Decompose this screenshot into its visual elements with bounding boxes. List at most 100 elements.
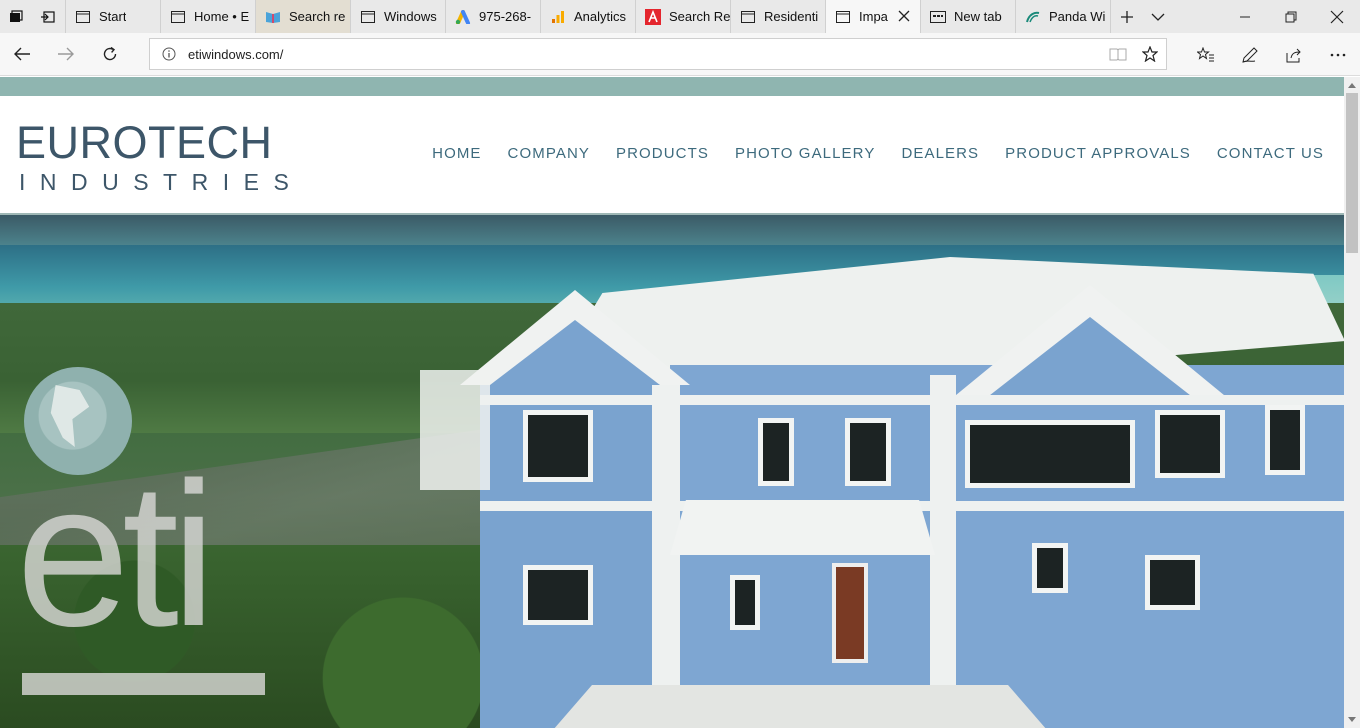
tab-home[interactable]: Home • E <box>160 0 255 33</box>
tab-title: Search Re <box>669 9 730 24</box>
house-window <box>758 418 794 486</box>
arrow-right-icon <box>58 47 74 61</box>
tab-search-re-adobe[interactable]: Search Re <box>635 0 730 33</box>
house-window <box>1265 405 1305 475</box>
nav-product-approvals[interactable]: PRODUCT APPROVALS <box>1005 145 1191 162</box>
tab-strip: Start Home • E Search re Windows 975-268… <box>0 0 1360 33</box>
house-window <box>965 420 1135 488</box>
house-roof <box>555 257 1344 377</box>
house-balcony <box>420 370 490 490</box>
window-controls <box>1222 0 1360 33</box>
main-nav: HOME COMPANY PRODUCTS PHOTO GALLERY DEAL… <box>406 145 1324 162</box>
address-bar[interactable]: etiwindows.com/ <box>149 38 1167 70</box>
info-icon[interactable] <box>150 47 188 61</box>
set-aside-tabs-icon[interactable] <box>32 0 64 33</box>
tab-title: Windows <box>384 9 437 24</box>
eti-watermark: eti <box>16 367 272 697</box>
logo-line-2: INDUSTRIES <box>19 169 304 195</box>
scroll-down-arrow-icon[interactable] <box>1344 712 1360 728</box>
new-tab-button[interactable] <box>1110 0 1142 33</box>
close-tab-icon[interactable] <box>896 8 912 24</box>
share-button[interactable] <box>1272 33 1316 76</box>
hero-image: eti <box>0 215 1344 728</box>
nav-company[interactable]: COMPANY <box>508 145 590 162</box>
restore-icon <box>1285 11 1297 22</box>
house-window <box>1032 543 1068 593</box>
toolbar-right <box>1184 33 1360 76</box>
plus-icon <box>1120 10 1133 23</box>
web-notes-button[interactable] <box>1228 33 1272 76</box>
logo-line-1: EUROTECH <box>16 117 273 168</box>
minimize-icon <box>1240 16 1250 17</box>
newtab-icon <box>930 9 946 25</box>
restore-button[interactable] <box>1268 0 1314 33</box>
nav-home[interactable]: HOME <box>432 145 481 162</box>
tab-preview-button[interactable] <box>1142 0 1174 33</box>
favorites-list-icon <box>1197 46 1214 61</box>
tab-new-tab[interactable]: New tab <box>920 0 1015 33</box>
web-page: EUROTECH INDUSTRIES HOME COMPANY PRODUCT… <box>0 77 1344 728</box>
tab-title: 975-268- <box>479 9 532 24</box>
house-window <box>1155 410 1225 478</box>
url-text[interactable]: etiwindows.com/ <box>188 47 1102 62</box>
book-icon <box>265 9 281 25</box>
eti-mark-text: eti <box>16 440 216 669</box>
refresh-button[interactable] <box>88 33 132 76</box>
vertical-scrollbar[interactable] <box>1344 77 1360 728</box>
nav-products[interactable]: PRODUCTS <box>616 145 709 162</box>
browser-toolbar: etiwindows.com/ <box>0 33 1360 76</box>
reading-view-icon[interactable] <box>1102 39 1134 69</box>
page-icon <box>75 9 91 25</box>
chevron-down-icon <box>1151 13 1165 21</box>
forward-button[interactable] <box>44 33 88 76</box>
tab-title: Panda Wi <box>1049 9 1106 24</box>
close-window-button[interactable] <box>1314 0 1360 33</box>
tab-analytics[interactable]: Analytics <box>540 0 635 33</box>
nav-photo-gallery[interactable]: PHOTO GALLERY <box>735 145 875 162</box>
house-window <box>845 418 891 486</box>
tab-title: Search re <box>289 9 346 24</box>
close-icon <box>1330 10 1344 23</box>
tab-panda[interactable]: Panda Wi <box>1015 0 1110 33</box>
tab-start[interactable]: Start <box>65 0 160 33</box>
nav-contact-us[interactable]: CONTACT US <box>1217 145 1324 162</box>
nav-dealers[interactable]: DEALERS <box>901 145 979 162</box>
top-accent-stripe <box>0 77 1344 96</box>
house-corner <box>652 385 680 728</box>
house-window <box>1145 555 1200 610</box>
page-icon <box>740 9 756 25</box>
site-header: EUROTECH INDUSTRIES HOME COMPANY PRODUCT… <box>0 96 1344 215</box>
tab-title: Start <box>99 9 127 24</box>
tab-title: Analytics <box>574 9 627 24</box>
favorites-hub-button[interactable] <box>1184 33 1228 76</box>
page-icon <box>170 9 186 25</box>
refresh-icon <box>103 46 117 61</box>
adobe-icon <box>645 8 661 25</box>
more-button[interactable] <box>1316 33 1360 76</box>
tab-title: Impa <box>859 9 888 24</box>
eurotech-logo[interactable]: EUROTECH INDUSTRIES <box>16 120 303 196</box>
tab-impa-active[interactable]: Impa <box>825 0 920 33</box>
more-icon <box>1330 53 1346 56</box>
eti-underline <box>22 673 265 695</box>
arrow-left-icon <box>14 47 30 61</box>
scroll-up-arrow-icon[interactable] <box>1344 77 1360 93</box>
tab-list-icon[interactable] <box>0 0 32 33</box>
tab-windows[interactable]: Windows <box>350 0 445 33</box>
tab-title: Residenti <box>764 9 819 24</box>
favorite-star-icon[interactable] <box>1134 39 1166 69</box>
tab-search-results[interactable]: Search re <box>255 0 350 33</box>
house-window <box>523 565 593 625</box>
back-button[interactable] <box>0 33 44 76</box>
page-icon <box>360 9 376 25</box>
house-trim <box>480 395 1344 405</box>
google-ads-icon <box>455 9 471 25</box>
tab-google-ads[interactable]: 975-268- <box>445 0 540 33</box>
house-illustration <box>420 245 1344 728</box>
tab-strip-left-controls <box>0 0 65 33</box>
scroll-thumb[interactable] <box>1346 93 1358 253</box>
minimize-button[interactable] <box>1222 0 1268 33</box>
house-porch-roof <box>670 500 935 555</box>
house-door <box>832 563 868 663</box>
tab-residential[interactable]: Residenti <box>730 0 825 33</box>
